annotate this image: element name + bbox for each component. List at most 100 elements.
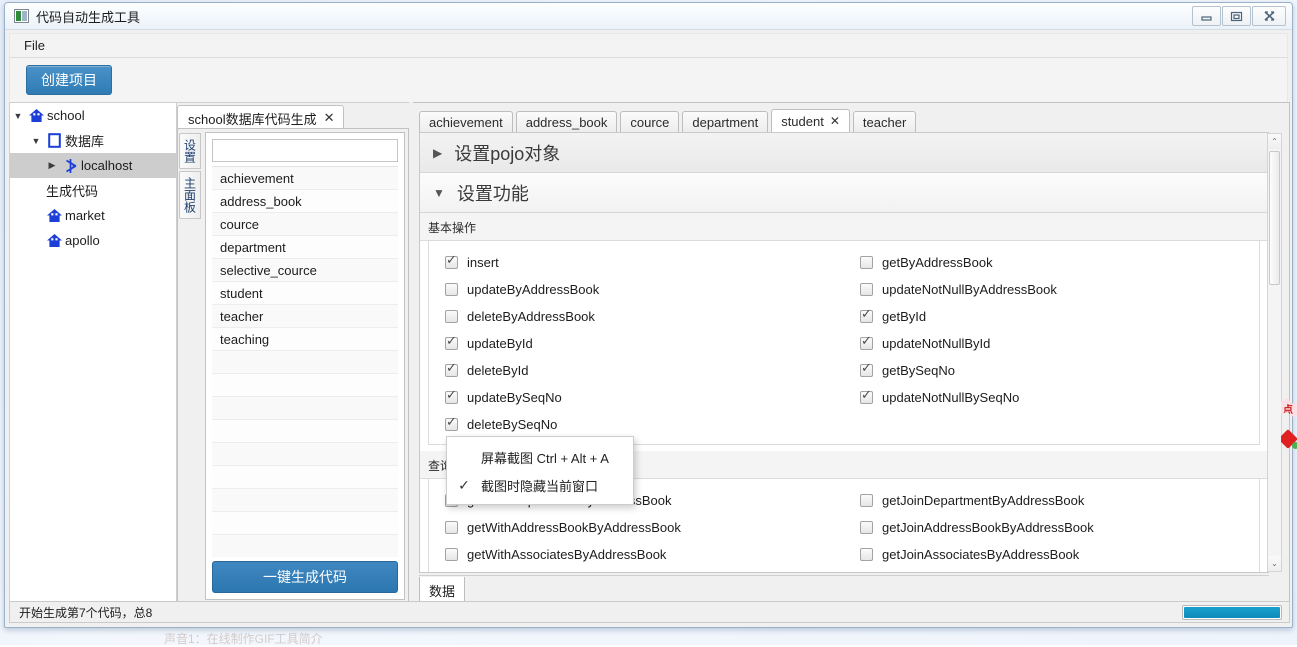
desktop-background-text: 声音1：在线制作GIF工具简介 [164, 630, 323, 647]
checkbox-insert[interactable]: insert [429, 249, 844, 276]
menu-item-file[interactable]: File [10, 35, 55, 56]
floating-promo-badge[interactable]: 点 [1281, 398, 1297, 456]
sidebar-item-school[interactable]: ▼ school [10, 103, 176, 128]
tab-data[interactable]: 数据 [419, 577, 465, 604]
checkbox-updateBySeqNo[interactable]: updateBySeqNo [429, 384, 844, 411]
context-menu-item-screenshot[interactable]: 屏幕截图 Ctrl + Alt + A [447, 443, 633, 471]
vertical-tab-settings[interactable]: 设置 [179, 133, 201, 169]
chevron-down-icon[interactable]: ▼ [433, 186, 445, 200]
chevron-right-icon[interactable]: ▶ [44, 160, 60, 171]
checkbox-getById[interactable]: getById [844, 303, 1259, 330]
checkbox-label: getBySeqNo [882, 363, 955, 378]
chevron-down-icon[interactable]: ▼ [10, 111, 26, 121]
close-icon[interactable]: ✕ [324, 110, 335, 126]
checkbox-box[interactable] [445, 337, 458, 350]
checkbox-updateNotNullById[interactable]: updateNotNullById [844, 330, 1259, 357]
tab-address-book[interactable]: address_book [516, 111, 618, 133]
tab-teacher[interactable]: teacher [853, 111, 916, 133]
checkbox-box[interactable] [445, 364, 458, 377]
window-title: 代码自动生成工具 [36, 7, 140, 26]
scroll-up-button[interactable]: ⌃ [1268, 134, 1281, 149]
close-icon[interactable]: ✕ [830, 114, 840, 128]
section-title: 设置pojo对象 [454, 140, 560, 166]
checkbox-getJoinAddressBookByAddressBook[interactable]: getJoinAddressBookByAddressBook [844, 514, 1259, 541]
section-header-functions[interactable]: ▼ 设置功能 [420, 173, 1268, 213]
document-tab-school[interactable]: school数据库代码生成 ✕ [177, 105, 344, 130]
checkbox-box[interactable] [445, 548, 458, 561]
checkbox-empty [844, 411, 1259, 438]
minimize-button[interactable] [1192, 6, 1221, 26]
create-project-button[interactable]: 创建项目 [26, 65, 112, 95]
chevron-down-icon[interactable]: ▼ [28, 136, 44, 146]
checkbox-updateNotNullByAddressBook[interactable]: updateNotNullByAddressBook [844, 276, 1259, 303]
list-item[interactable]: cource [212, 213, 398, 236]
list-item[interactable]: selective_cource [212, 259, 398, 282]
tab-cource[interactable]: cource [620, 111, 679, 133]
table-search-field[interactable] [212, 139, 398, 162]
toolbar: 创建项目 [9, 58, 1288, 102]
maximize-button[interactable] [1222, 6, 1251, 26]
list-item[interactable]: teaching [212, 328, 398, 351]
sidebar-item-market[interactable]: market [10, 203, 176, 228]
tab-department[interactable]: department [682, 111, 768, 133]
maximize-icon [1230, 11, 1243, 22]
checkbox-getJoinDepartmentByAddressBook[interactable]: getJoinDepartmentByAddressBook [844, 487, 1259, 514]
tab-student[interactable]: student ✕ [771, 109, 850, 133]
checkbox-deleteById[interactable]: deleteById [429, 357, 844, 384]
tab-label: address_book [526, 115, 608, 130]
scrollbar-thumb[interactable] [1269, 151, 1280, 285]
checkbox-getByAddressBook[interactable]: getByAddressBook [844, 249, 1259, 276]
context-menu-item-hide-window[interactable]: ✓ 截图时隐藏当前窗口 [447, 471, 633, 499]
list-item[interactable]: student [212, 282, 398, 305]
checkbox-box[interactable] [860, 521, 873, 534]
checkbox-box[interactable] [860, 548, 873, 561]
list-item[interactable]: department [212, 236, 398, 259]
app-icon [14, 9, 29, 23]
checkbox-box[interactable] [445, 391, 458, 404]
checkbox-deleteBySeqNo[interactable]: deleteBySeqNo [429, 411, 844, 438]
search-input[interactable] [213, 140, 397, 161]
generate-code-button[interactable]: 一键生成代码 [212, 561, 398, 593]
checkbox-box[interactable] [445, 521, 458, 534]
checkbox-box[interactable] [445, 256, 458, 269]
checkbox-box[interactable] [860, 364, 873, 377]
section-header-pojo[interactable]: ▶ 设置pojo对象 [420, 133, 1268, 173]
list-item[interactable]: address_book [212, 190, 398, 213]
checkbox-deleteByAddressBook[interactable]: deleteByAddressBook [429, 303, 844, 330]
checkbox-updateNotNullBySeqNo[interactable]: updateNotNullBySeqNo [844, 384, 1259, 411]
list-item[interactable]: achievement [212, 167, 398, 190]
checkbox-getBySeqNo[interactable]: getBySeqNo [844, 357, 1259, 384]
checkbox-box[interactable] [860, 494, 873, 507]
tab-label: student [781, 114, 824, 129]
vertical-tab-main-panel[interactable]: 主面板 [179, 171, 201, 219]
sidebar-item-apollo[interactable]: apollo [10, 228, 176, 253]
tab-achievement[interactable]: achievement [419, 111, 513, 133]
checkbox-updateById[interactable]: updateById [429, 330, 844, 357]
checkbox-label: updateBySeqNo [467, 390, 562, 405]
scroll-down-button[interactable]: ⌄ [1268, 556, 1281, 571]
checkbox-box[interactable] [445, 310, 458, 323]
checkbox-getJoinAssociatesByAddressBook[interactable]: getJoinAssociatesByAddressBook [844, 541, 1259, 568]
close-button[interactable] [1252, 6, 1286, 26]
checkbox-box[interactable] [445, 283, 458, 296]
sidebar-item-localhost[interactable]: ▶ localhost [10, 153, 176, 178]
checkbox-box[interactable] [860, 391, 873, 404]
checkbox-box[interactable] [445, 418, 458, 431]
checkbox-box[interactable] [860, 283, 873, 296]
context-menu-item-label: 截图时隐藏当前窗口 [481, 476, 598, 495]
table-list[interactable]: achievement address_book cource departme… [212, 166, 398, 557]
content-scrollbar[interactable]: ⌃ ⌄ [1267, 133, 1282, 572]
checkbox-box[interactable] [860, 256, 873, 269]
checkbox-getWithAddressBookByAddressBook[interactable]: getWithAddressBookByAddressBook [429, 514, 844, 541]
chevron-right-icon[interactable]: ▶ [433, 146, 442, 160]
checkbox-getWithAssociatesByAddressBook[interactable]: getWithAssociatesByAddressBook [429, 541, 844, 568]
sidebar-item-generate-code[interactable]: 生成代码 [10, 178, 176, 203]
list-item-empty [212, 535, 398, 557]
window-controls [1191, 6, 1286, 26]
checkbox-box[interactable] [860, 337, 873, 350]
list-item[interactable]: teacher [212, 305, 398, 328]
sidebar-item-database[interactable]: ▼ 数据库 [10, 128, 176, 153]
list-item-empty [212, 397, 398, 420]
checkbox-updateByAddressBook[interactable]: updateByAddressBook [429, 276, 844, 303]
checkbox-box[interactable] [860, 310, 873, 323]
